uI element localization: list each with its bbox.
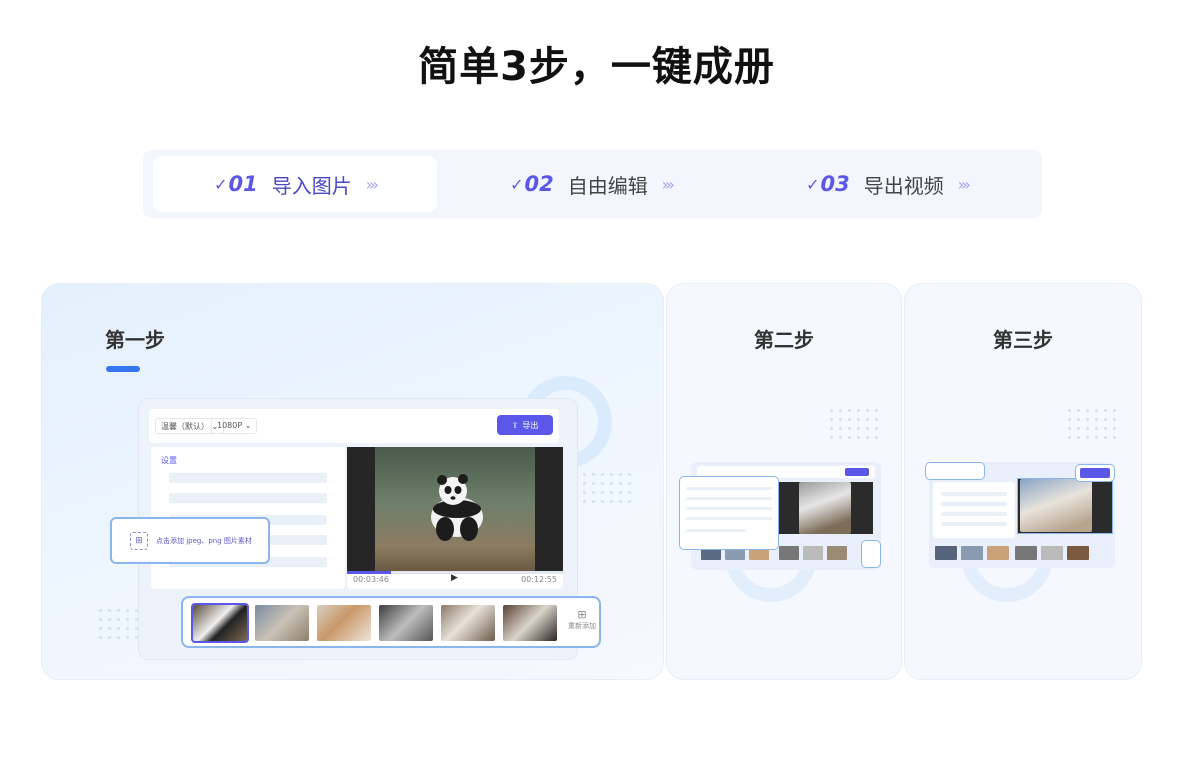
thumbnail — [1041, 546, 1063, 560]
step-label: 自由编辑 — [567, 173, 648, 198]
play-icon: ▶ — [451, 573, 458, 583]
decor-dots — [580, 470, 632, 506]
thumbnail — [827, 546, 847, 560]
thumbnail-husky — [503, 605, 557, 641]
placeholder-bar — [686, 487, 772, 490]
thumbnail-cat-face — [441, 605, 495, 641]
triple-chevron-right-icon: ››› — [957, 174, 971, 194]
step-number: ✓ 03 — [806, 172, 850, 196]
title-underline — [106, 366, 140, 372]
decor-dots — [827, 406, 879, 442]
placeholder-bar — [686, 517, 772, 520]
readd-mini — [861, 540, 881, 568]
decor-dots — [1065, 406, 1117, 442]
card-title: 第三步 — [993, 328, 1053, 352]
step-card-1[interactable]: 第一步 温馨（默认） ⌄ 1080P ⌄ ⇪ 导出 设置 00:03:46 ▶ … — [41, 283, 664, 680]
triple-chevron-right-icon: ››› — [661, 174, 675, 194]
video-frame — [1017, 478, 1113, 534]
settings-label: 设置 — [161, 456, 177, 465]
image-add-icon: ⊞ — [577, 608, 587, 621]
card-title: 第一步 — [105, 328, 165, 352]
step-number: ✓ 02 — [510, 172, 554, 196]
step-tab-2[interactable]: ✓ 02 自由编辑 ››› — [449, 156, 733, 212]
settings-panel-mini — [933, 482, 1015, 538]
thumbnail — [987, 546, 1009, 560]
placeholder-bar — [169, 493, 327, 503]
placeholder-bar — [941, 492, 1007, 496]
cat-image — [799, 482, 851, 534]
upload-icon: ⇪ — [511, 420, 519, 430]
panda-illustration — [431, 474, 483, 541]
thumbnail — [803, 546, 823, 560]
thumbnail — [961, 546, 983, 560]
placeholder-bar — [941, 522, 1007, 526]
cat-image — [1020, 479, 1092, 532]
step-card-3[interactable]: 第三步 — [904, 283, 1142, 680]
upload-hint-text: 点击添加 jpeg、png 图片素材 — [156, 536, 252, 545]
readd-button: ⊞ 重新添加 — [565, 608, 599, 631]
export-button-mini — [1080, 468, 1110, 478]
placeholder-bar — [941, 512, 1007, 516]
placeholder-bar — [686, 529, 746, 532]
step-label: 导入图片 — [271, 173, 352, 198]
thumbnail-kittens — [317, 605, 371, 641]
export-button-mini — [845, 468, 869, 476]
settings-panel-mini — [679, 476, 779, 550]
checkmark-icon: ✓ — [806, 174, 820, 194]
upload-hint-card: ⊞ 点击添加 jpeg、png 图片素材 — [110, 517, 270, 564]
checkmark-icon: ✓ — [510, 174, 524, 194]
video-frame — [777, 482, 873, 534]
thumbnail — [935, 546, 957, 560]
total-time: 00:12:55 — [521, 575, 557, 584]
step-tab-1[interactable]: ✓ 01 导入图片 ››› — [153, 156, 437, 212]
placeholder-bar — [686, 507, 772, 510]
checkmark-icon: ✓ — [214, 174, 228, 194]
thumbnail — [779, 546, 799, 560]
thumbnail-strip: ⊞ 重新添加 — [181, 596, 601, 648]
thumbnail — [1067, 546, 1089, 560]
thumbnail — [1015, 546, 1037, 560]
panda-image — [375, 447, 535, 571]
image-add-icon: ⊞ — [130, 531, 148, 550]
thumbnail-panda — [191, 603, 249, 643]
step-number: ✓ 01 — [214, 172, 258, 196]
video-player: 00:03:46 ▶ 00:12:55 — [347, 447, 563, 589]
export-button: ⇪ 导出 — [497, 415, 553, 435]
page-title: 简单3步，一键成册 — [418, 44, 775, 90]
thumbnail-cat — [255, 605, 309, 641]
placeholder-bar — [941, 502, 1007, 506]
triple-chevron-right-icon: ››› — [365, 174, 379, 194]
video-frame — [347, 447, 563, 571]
thumbnail-cat-bw — [379, 605, 433, 641]
mock-toolbar: 温馨（默认） ⌄ 1080P ⌄ ⇪ 导出 — [149, 409, 559, 443]
resolution-select: 1080P ⌄ — [211, 418, 258, 434]
step-card-2[interactable]: 第二步 — [666, 283, 902, 680]
step-label: 导出视频 — [863, 173, 944, 198]
step-tab-3[interactable]: ✓ 03 导出视频 ››› — [745, 156, 1029, 212]
card-title: 第二步 — [754, 328, 814, 352]
select-highlight-mini — [925, 462, 985, 480]
placeholder-bar — [686, 497, 772, 500]
current-time: 00:03:46 — [353, 575, 389, 584]
export-highlight-mini — [1075, 464, 1115, 482]
placeholder-bar — [169, 473, 327, 483]
steps-bar: ✓ 01 导入图片 ››› ✓ 02 自由编辑 ››› ✓ 03 导出视频 ››› — [143, 150, 1042, 218]
